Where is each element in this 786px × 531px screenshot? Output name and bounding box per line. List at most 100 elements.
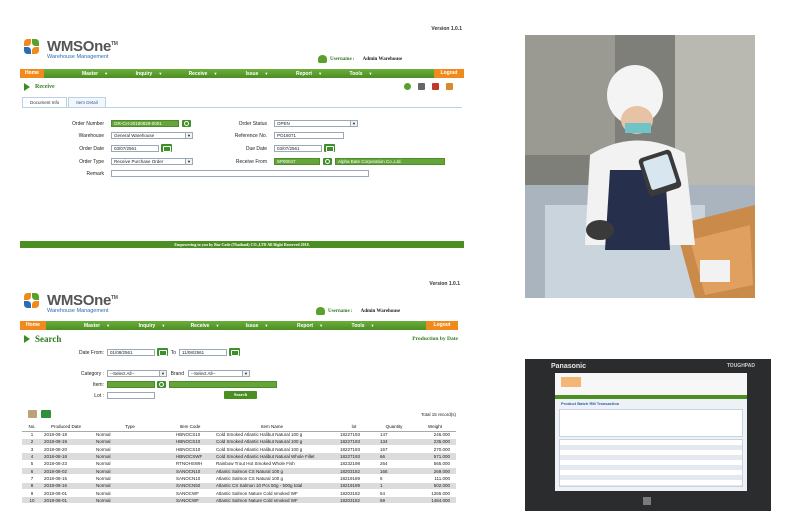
menu-tools[interactable]: Tools ▼: [338, 323, 388, 329]
menu-inquiry[interactable]: Inquiry ▼: [126, 323, 178, 329]
table-cell: 3: [22, 445, 42, 454]
date-from-label: Date From:: [78, 350, 104, 356]
logo-title: WMSOne: [47, 292, 112, 309]
table-cell: 18203182: [334, 496, 374, 505]
user-icon: [316, 307, 325, 315]
table-row[interactable]: 2 2018-08-19 Normal HBNOCS10 Cold Smoked Atl…: [22, 438, 456, 447]
menu-report[interactable]: Report ▼: [282, 71, 336, 77]
col-weight[interactable]: Weight: [414, 422, 456, 432]
main-menu: Home Master ▼ Inquiry ▼ Receive ▼ Issue ▼ Re…: [20, 69, 464, 78]
menu-tools[interactable]: Tools ▼: [336, 71, 386, 77]
print-icon[interactable]: [418, 83, 425, 90]
warehouse-select[interactable]: General Warehouse ▼: [111, 132, 193, 139]
menu-master[interactable]: Master ▼: [68, 323, 126, 329]
tab-item-detail[interactable]: Item Detail: [68, 97, 106, 107]
tablet-photo: Panasonic TOUGHPAD Product Batch RM Tran…: [525, 359, 771, 511]
item-search-icon[interactable]: [157, 381, 166, 388]
version-label: Version 1.0.1: [429, 281, 460, 287]
table-cell: 18203182: [334, 467, 374, 476]
tablet-brand: Panasonic: [551, 363, 587, 370]
col-lot[interactable]: lot: [334, 422, 374, 432]
table-row[interactable]: 9 2018-08-01 Normal SANOCWF Atlantic Salmon …: [22, 489, 456, 498]
table-cell: 18219189: [334, 474, 374, 483]
chevron-down-icon: ▼: [242, 371, 249, 376]
menu-receive[interactable]: Receive ▼: [178, 323, 232, 329]
date-to-calendar-icon[interactable]: [229, 348, 240, 356]
col-produced-date[interactable]: Produced Date: [42, 422, 90, 432]
table-row[interactable]: 8 2018-08-16 Normal SANOCN50 Atlantic CS Sal…: [22, 482, 456, 490]
table-row[interactable]: 5 2018-08-23 Normal RTNOHSWH Rainbow Trout H…: [22, 460, 456, 469]
table-cell: Normal: [90, 467, 170, 476]
order-date-field[interactable]: 03/07/2561: [111, 145, 159, 152]
table-cell: Cold Smoked Atlantic Halibut Natural 100…: [210, 431, 334, 439]
col-no[interactable]: No.: [22, 422, 42, 432]
to-label: To: [170, 350, 176, 356]
table-row[interactable]: 7 2018-08-15 Normal SANOCN10 Atlantic Salmon…: [22, 474, 456, 483]
order-status-select[interactable]: OPEN ▼: [274, 120, 358, 127]
table-cell: 1484.000: [414, 496, 456, 505]
table-cell: 10: [22, 496, 42, 505]
menu-issue[interactable]: Issue ▼: [232, 323, 282, 329]
order-number-field[interactable]: GR-CH-20180829-0001: [111, 120, 179, 127]
chevron-down-icon: ▼: [185, 133, 192, 138]
delete-icon[interactable]: [432, 83, 439, 90]
order-number-search-icon[interactable]: [182, 120, 191, 127]
menu-home[interactable]: Home: [20, 69, 44, 78]
excel-icon[interactable]: [41, 410, 51, 418]
tab-document-info[interactable]: Document Info: [22, 97, 68, 107]
version-label: Version 1.0.1: [431, 26, 462, 32]
table-cell: Cold Smoked Atlantic Halibut Natural Who…: [210, 452, 334, 461]
table-row[interactable]: 10 2018-08-01 Normal SANOCWF Atlantic Salmon…: [22, 496, 456, 505]
receive-from-code-field[interactable]: SP00047: [274, 158, 320, 165]
wmsone-logo: WMSOneTM Warehouse Management: [24, 37, 118, 60]
date-from-calendar-icon[interactable]: [157, 348, 168, 356]
table-cell: 8: [22, 482, 42, 490]
category-select[interactable]: --Select All-- ▼: [107, 370, 167, 377]
order-date-calendar-icon[interactable]: [161, 144, 172, 152]
chevron-down-icon: ▼: [185, 159, 192, 164]
date-to-field[interactable]: 11/08/2561: [179, 349, 227, 356]
table-row[interactable]: 6 2018-08-02 Normal SANOCN10 Atlantic Salmon…: [22, 467, 456, 476]
export-icon[interactable]: [28, 410, 37, 418]
close-icon[interactable]: [446, 83, 453, 90]
menu-logout[interactable]: Logout: [434, 69, 464, 78]
item-field[interactable]: [107, 381, 155, 388]
menu-master[interactable]: Master ▼: [66, 71, 124, 77]
table-cell: Normal: [90, 482, 170, 490]
table-cell: 2018-08-01: [42, 496, 90, 505]
date-from-field[interactable]: 01/08/2561: [107, 349, 155, 356]
table-row[interactable]: 4 2018-08-18 Normal HBNOCSWF Cold Smoked Atl…: [22, 452, 456, 461]
table-cell: 69: [374, 496, 414, 505]
col-item-code[interactable]: Item Code: [170, 422, 210, 432]
menu-report[interactable]: Report ▼: [282, 323, 338, 329]
brand-select[interactable]: --Select All-- ▼: [188, 370, 250, 377]
col-type[interactable]: Type: [90, 422, 170, 432]
receive-from-search-icon[interactable]: [323, 158, 332, 165]
receive-screen: Version 1.0.1 WMSOneTM Warehouse Managem…: [18, 22, 466, 250]
search-button[interactable]: Search: [224, 391, 257, 399]
lot-field[interactable]: [107, 392, 155, 399]
save-icon[interactable]: [404, 83, 411, 90]
reference-no-field[interactable]: PO18071: [274, 132, 344, 139]
table-cell: 166: [374, 467, 414, 476]
table-row[interactable]: 1 2018-08-18 Normal HBNOCS10 Cold Smoked Atl…: [22, 431, 456, 439]
col-quantity[interactable]: Quantity: [374, 422, 414, 432]
tablet-grid-area: [559, 439, 743, 487]
due-date-calendar-icon[interactable]: [324, 144, 335, 152]
table-row[interactable]: 3 2018-08-20 Normal HBNOCS10 Cold Smoked Atl…: [22, 445, 456, 454]
remark-field[interactable]: [111, 170, 369, 177]
username-label: Username :: [330, 56, 355, 62]
menu-logout[interactable]: Logout: [426, 321, 458, 330]
menu-home[interactable]: Home: [20, 321, 46, 330]
table-cell: SANOCN50: [170, 482, 210, 490]
reference-no-label: Reference No.: [234, 133, 267, 139]
menu-receive[interactable]: Receive ▼: [174, 71, 232, 77]
order-type-select[interactable]: Receive Purchase Order ▼: [111, 158, 193, 165]
due-date-field[interactable]: 03/07/2561: [274, 145, 322, 152]
col-item-name[interactable]: Item Name: [210, 422, 334, 432]
tablet-menu-bar: [555, 395, 747, 399]
table-cell: 18227193: [334, 438, 374, 447]
table-cell: Normal: [90, 452, 170, 461]
menu-inquiry[interactable]: Inquiry ▼: [124, 71, 174, 77]
menu-issue[interactable]: Issue ▼: [232, 71, 282, 77]
